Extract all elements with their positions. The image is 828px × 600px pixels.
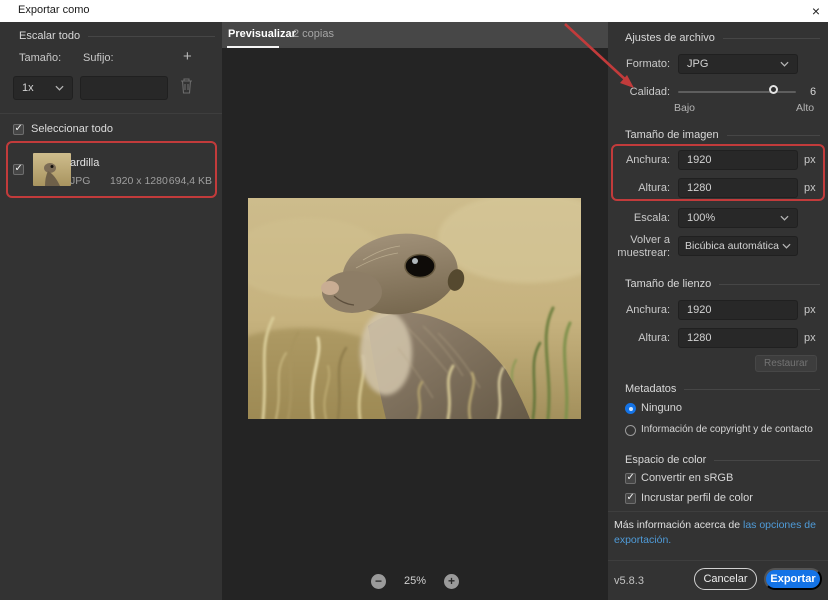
export-info-text: Más información acerca de las opciones d… [614, 518, 820, 548]
settings-panel: Ajustes de archivo Formato: JPG Calidad:… [608, 22, 828, 600]
left-panel: Escalar todo Tamaño: Sufijo: + 1x Selecc… [0, 22, 222, 600]
embed-profile-checkbox[interactable] [625, 493, 636, 504]
footer-divider [608, 560, 828, 561]
image-width-input[interactable]: 1920 [678, 150, 798, 170]
canvas-height-unit: px [804, 332, 816, 344]
image-width-label: Anchura: [608, 154, 670, 166]
convert-srgb-checkbox[interactable] [625, 473, 636, 484]
canvas-width-unit: px [804, 304, 816, 316]
preview-tabstrip: Previsualizar 2 copias [222, 22, 608, 48]
scale-select[interactable]: 1x [13, 76, 73, 100]
resample-label-2: muestrear: [608, 247, 670, 259]
file-name: ardilla [70, 157, 99, 169]
add-scale-icon[interactable]: + [183, 48, 192, 65]
metadata-none-label: Ninguno [641, 402, 682, 414]
scale-select-right[interactable]: 100% [678, 208, 798, 228]
tab-previsualizar[interactable]: Previsualizar [228, 28, 296, 40]
image-height-unit: px [804, 182, 816, 194]
file-dimensions: 1920 x 1280 [110, 175, 168, 187]
quality-label: Calidad: [608, 86, 670, 98]
image-size-header: Tamaño de imagen [625, 129, 820, 141]
select-all-checkbox[interactable] [13, 124, 24, 135]
resample-select[interactable]: Bicúbica automática [678, 236, 798, 256]
canvas-size-header: Tamaño de lienzo [625, 278, 820, 290]
file-size: 694,4 KB [162, 175, 212, 187]
preview-panel: Previsualizar 2 copias [222, 22, 608, 600]
embed-profile-label: Incrustar perfil de color [641, 492, 753, 504]
zoom-bar: − 25% + [222, 568, 608, 594]
metadata-radio-none[interactable] [625, 403, 636, 414]
cancel-button[interactable]: Cancelar [694, 568, 757, 590]
trash-icon[interactable] [180, 78, 193, 97]
left-divider [0, 113, 222, 114]
export-as-dialog: Exportar como × Escalar todo Tamaño: Suf… [0, 0, 828, 600]
active-tab-underline [227, 46, 279, 48]
quality-value: 6 [810, 86, 816, 98]
format-select[interactable]: JPG [678, 54, 798, 74]
reset-canvas-button[interactable]: Restaurar [755, 355, 817, 372]
chevron-down-icon [780, 58, 789, 70]
chevron-down-icon [782, 240, 791, 252]
image-width-unit: px [804, 154, 816, 166]
image-height-label: Altura: [608, 182, 670, 194]
metadata-copyright-label: Información de copyright y de contacto [641, 424, 813, 435]
info-divider [608, 511, 828, 512]
chevron-down-icon [780, 212, 789, 224]
suffix-input[interactable] [80, 76, 168, 100]
file-format: JPG [70, 175, 90, 187]
dialog-title: Exportar como [18, 4, 90, 16]
resample-label-1: Volver a [608, 234, 670, 246]
zoom-in-icon[interactable]: + [444, 574, 459, 589]
convert-srgb-label: Convertir en sRGB [641, 472, 733, 484]
format-label: Formato: [608, 58, 670, 70]
export-button[interactable]: Exportar [764, 568, 822, 590]
close-icon[interactable]: × [812, 2, 820, 20]
version-label: v5.8.3 [614, 575, 644, 587]
file-settings-header: Ajustes de archivo [625, 32, 820, 44]
select-all-label: Seleccionar todo [31, 123, 113, 135]
image-height-input[interactable]: 1280 [678, 178, 798, 198]
canvas-width-label: Anchura: [608, 304, 670, 316]
chevron-down-icon [55, 82, 64, 94]
quality-slider-knob[interactable] [769, 85, 778, 94]
size-label: Tamaño: [19, 52, 61, 64]
quality-slider-track[interactable] [678, 91, 796, 93]
canvas-height-label: Altura: [608, 332, 670, 344]
file-checkbox[interactable] [13, 164, 24, 175]
metadata-header: Metadatos [625, 383, 820, 395]
color-space-header: Espacio de color [625, 454, 820, 466]
preview-image [248, 198, 581, 419]
zoom-level: 25% [404, 575, 426, 587]
suffix-label: Sufijo: [83, 52, 114, 64]
title-bar: Exportar como × [0, 0, 828, 22]
canvas-width-input[interactable]: 1920 [678, 300, 798, 320]
tab-2-copias[interactable]: 2 copias [293, 28, 334, 40]
quality-low-label: Bajo [674, 102, 695, 114]
metadata-radio-copyright[interactable] [625, 425, 636, 436]
file-thumbnail [33, 153, 71, 186]
zoom-out-icon[interactable]: − [371, 574, 386, 589]
quality-high-label: Alto [796, 102, 814, 114]
scale-label: Escala: [608, 212, 670, 224]
scale-all-header: Escalar todo [19, 30, 215, 42]
canvas-height-input[interactable]: 1280 [678, 328, 798, 348]
